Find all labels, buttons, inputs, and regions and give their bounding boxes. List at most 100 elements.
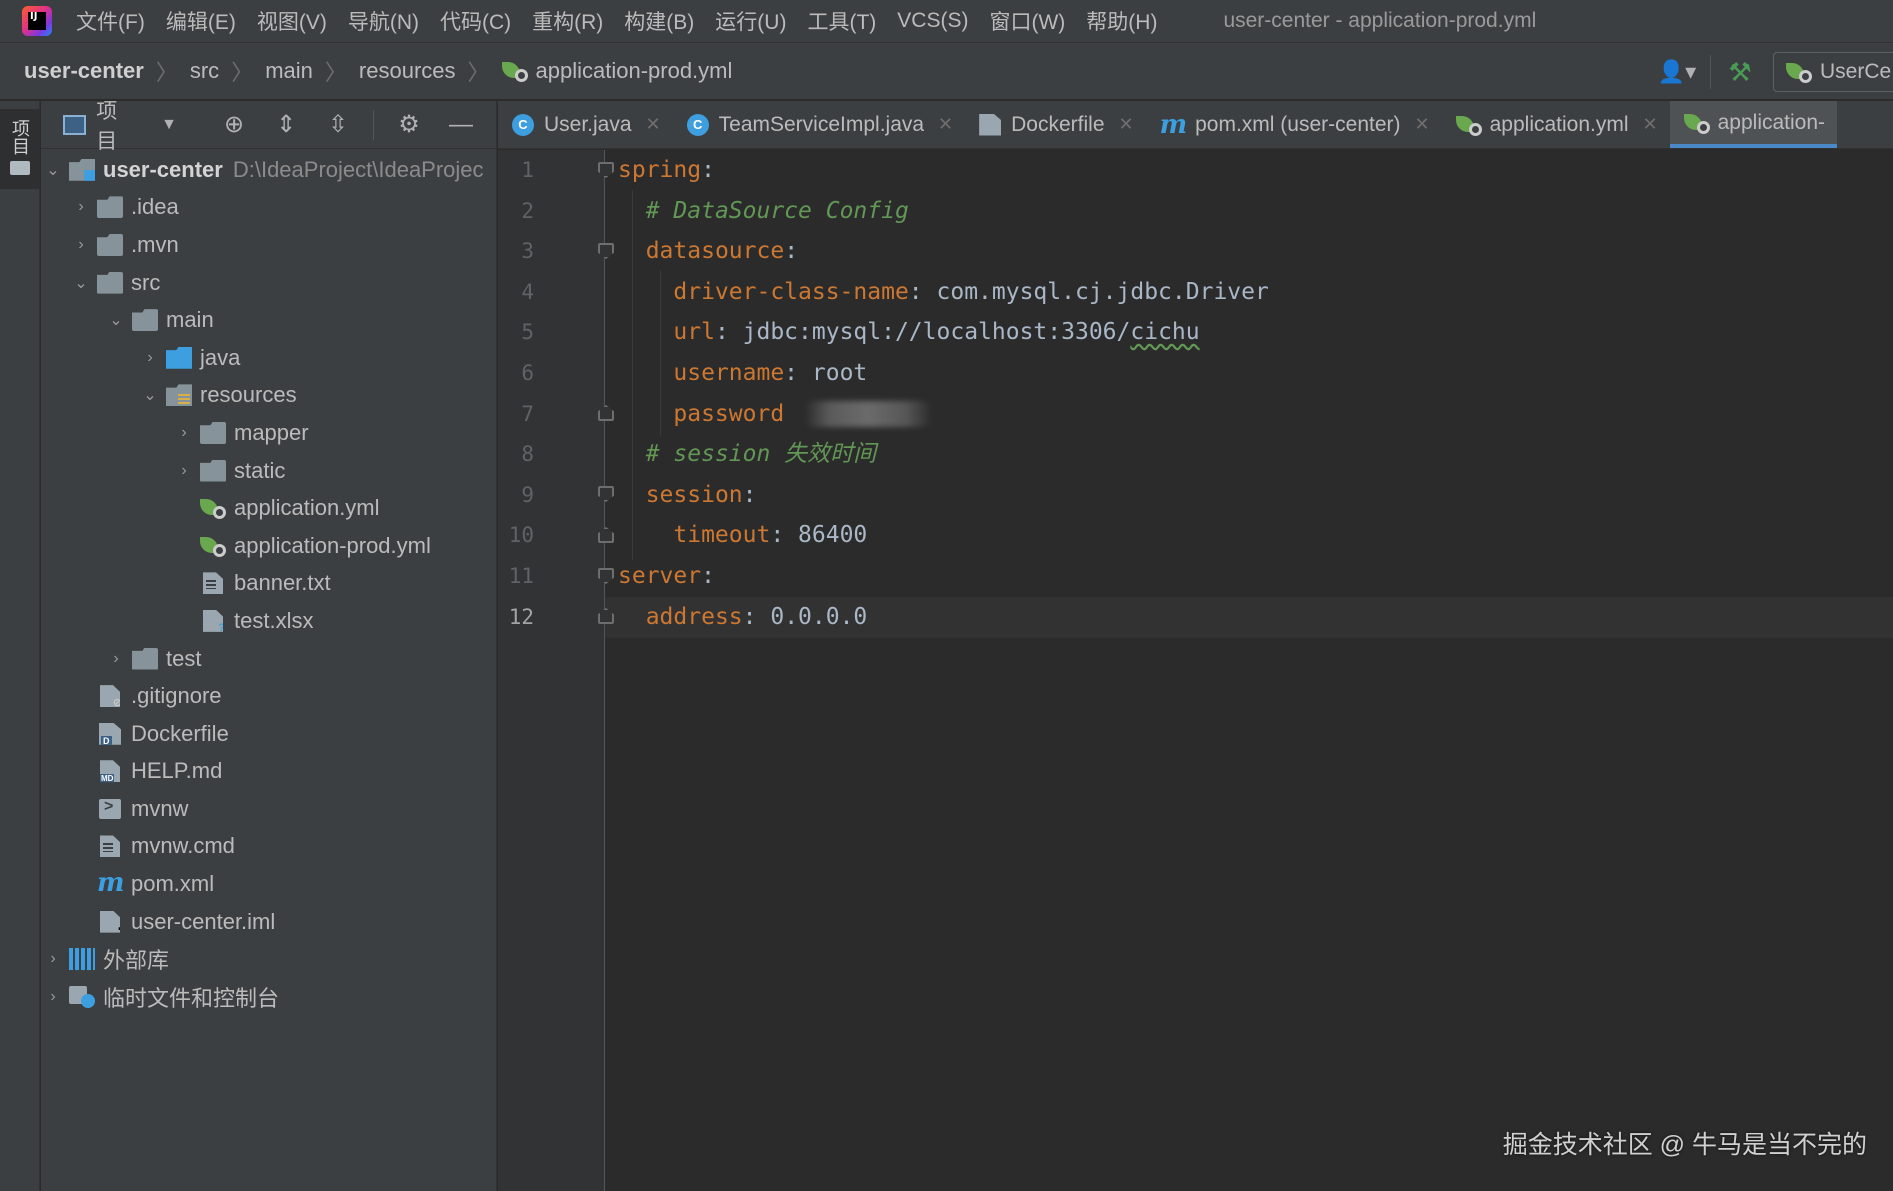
tree-item-application-prod-yml[interactable]: application-prod.yml: [41, 527, 496, 565]
menu-vcs[interactable]: VCS(S): [897, 9, 968, 33]
menu-build[interactable]: 构建(B): [624, 6, 694, 36]
close-icon[interactable]: ✕: [646, 114, 661, 135]
menu-tools[interactable]: 工具(T): [807, 6, 876, 36]
code-line-4: driver-class-name: com.mysql.cj.jdbc.Dri…: [673, 278, 1269, 305]
fold-collapse-icon[interactable]: [598, 568, 614, 584]
tree-item-test-xlsx[interactable]: ? test.xlsx: [41, 602, 496, 640]
chevron-right-icon[interactable]: ›: [41, 950, 65, 968]
tab-pom-xml[interactable]: m pom.xml (user-center) ✕: [1146, 101, 1442, 148]
yaml-key: username: [673, 360, 785, 386]
tree-item-user-center-iml[interactable]: ▪ user-center.iml: [41, 903, 496, 941]
tree-item-test[interactable]: › test: [41, 640, 496, 678]
gear-icon[interactable]: ⚙: [392, 108, 426, 142]
tree-item-label: 外部库: [103, 948, 170, 974]
tab-application-yml[interactable]: application.yml ✕: [1442, 101, 1670, 148]
tab-user-java[interactable]: C User.java ✕: [498, 101, 673, 148]
chevron-right-icon[interactable]: ›: [41, 988, 65, 1006]
yaml-value: 86400: [798, 522, 868, 549]
menu-file[interactable]: 文件(F): [76, 6, 145, 36]
fold-collapse-icon[interactable]: [598, 243, 614, 259]
tab-dockerfile[interactable]: Dockerfile ✕: [965, 101, 1145, 148]
tab-team-service-impl[interactable]: C TeamServiceImpl.java ✕: [673, 101, 966, 148]
project-tool-window-tab[interactable]: 项目: [0, 109, 40, 189]
menu-code[interactable]: 代码(C): [440, 6, 511, 36]
folder-icon: [132, 309, 158, 332]
chevron-right-icon[interactable]: ›: [138, 349, 162, 367]
ide-window: IJ 文件(F) 编辑(E) 视图(V) 导航(N) 代码(C) 重构(R) 构…: [0, 0, 1893, 1191]
run-configuration-select[interactable]: UserCe: [1773, 52, 1893, 92]
tree-item-gitignore[interactable]: ⊘ .gitignore: [41, 677, 496, 715]
menu-window[interactable]: 窗口(W): [989, 6, 1065, 36]
tree-item-external-libraries[interactable]: › 外部库: [41, 940, 496, 978]
chevron-right-icon[interactable]: ›: [69, 236, 93, 254]
line-number: 8: [521, 442, 534, 467]
close-icon[interactable]: ✕: [1119, 114, 1134, 135]
toolbar-divider: [1710, 55, 1711, 89]
chevron-down-icon[interactable]: ⌄: [41, 160, 65, 180]
fold-end-icon[interactable]: [598, 405, 614, 421]
close-icon[interactable]: ✕: [938, 114, 953, 135]
code-editor[interactable]: 1 2 3 4 5 6 7 8 9 10 11 12 spring: # Dat…: [498, 150, 1893, 1191]
tree-item-mvnw-cmd[interactable]: mvnw.cmd: [41, 828, 496, 866]
tree-item-dockerfile[interactable]: Dockerfile: [41, 715, 496, 753]
tree-item-main[interactable]: ⌄ main: [41, 301, 496, 339]
yaml-value: root: [811, 360, 868, 386]
breadcrumb-main[interactable]: main: [265, 58, 313, 84]
expand-all-icon[interactable]: ⇕: [269, 108, 303, 142]
chevron-down-icon[interactable]: ⌄: [104, 310, 128, 330]
tree-item-project-root[interactable]: ⌄ user-center D:\IdeaProject\IdeaProjec: [41, 151, 496, 189]
collapse-all-icon[interactable]: ⇳: [321, 108, 355, 142]
tree-item-label: banner.txt: [234, 570, 331, 596]
code-line-11: server:: [618, 563, 715, 589]
menu-help[interactable]: 帮助(H): [1086, 6, 1157, 36]
tree-item-mapper[interactable]: › mapper: [41, 414, 496, 452]
watermark: 掘金技术社区 @ 牛马是当不完的: [1502, 1131, 1867, 1159]
fold-end-icon[interactable]: [598, 527, 614, 543]
chevron-right-icon[interactable]: ›: [172, 424, 196, 442]
locate-file-icon[interactable]: ⊕: [217, 108, 251, 142]
tree-item-application-yml[interactable]: application.yml: [41, 489, 496, 527]
chevron-down-icon: ▼: [161, 115, 177, 133]
editor-gutter: 1 2 3 4 5 6 7 8 9 10 11 12: [498, 150, 614, 1191]
line-number: 11: [508, 564, 534, 588]
chevron-down-icon[interactable]: ⌄: [138, 385, 162, 405]
intellij-logo-icon[interactable]: IJ: [22, 6, 52, 36]
menu-refactor[interactable]: 重构(R): [532, 6, 603, 36]
breadcrumb-resources[interactable]: resources: [359, 58, 456, 84]
line-number: 6: [521, 361, 534, 385]
tree-item-label: mvnw: [131, 795, 189, 821]
tree-item-idea[interactable]: › .idea: [41, 189, 496, 227]
menu-view[interactable]: 视图(V): [257, 6, 327, 36]
tab-label: TeamServiceImpl.java: [718, 112, 925, 136]
breadcrumb-project[interactable]: user-center: [24, 58, 144, 84]
menu-edit[interactable]: 编辑(E): [166, 6, 236, 36]
tree-item-pom-xml[interactable]: m pom.xml: [41, 865, 496, 903]
menu-navigate[interactable]: 导航(N): [348, 6, 419, 36]
tree-item-resources[interactable]: ⌄ resources: [41, 377, 496, 415]
close-icon[interactable]: ✕: [1415, 114, 1430, 135]
fold-collapse-icon[interactable]: [598, 486, 614, 502]
breadcrumb-src[interactable]: src: [190, 58, 219, 84]
tree-item-help-md[interactable]: HELP.md: [41, 753, 496, 791]
tab-label: application-: [1717, 110, 1826, 134]
chevron-right-icon[interactable]: ›: [172, 462, 196, 480]
minimize-icon[interactable]: —: [444, 108, 478, 142]
tree-item-scratches[interactable]: › 临时文件和控制台: [41, 978, 496, 1016]
build-hammer-icon[interactable]: ⚒: [1721, 55, 1759, 89]
chevron-down-icon[interactable]: ⌄: [69, 273, 93, 293]
menu-run[interactable]: 运行(U): [715, 6, 786, 36]
tree-item-mvn[interactable]: › .mvn: [41, 226, 496, 264]
chevron-right-icon[interactable]: ›: [104, 650, 128, 668]
close-icon[interactable]: ✕: [1643, 114, 1658, 135]
project-view-select[interactable]: 项目 ▼: [63, 101, 177, 155]
tree-item-banner-txt[interactable]: banner.txt: [41, 565, 496, 603]
chevron-right-icon[interactable]: ›: [69, 198, 93, 216]
tab-application-prod-yml[interactable]: application-: [1669, 101, 1838, 148]
tree-item-java[interactable]: › java: [41, 339, 496, 377]
tree-item-static[interactable]: › static: [41, 452, 496, 490]
user-account-icon[interactable]: 👤▾: [1654, 57, 1700, 87]
tree-item-mvnw[interactable]: mvnw: [41, 790, 496, 828]
fold-collapse-icon[interactable]: [598, 162, 614, 178]
breadcrumb-file[interactable]: application-prod.yml: [501, 58, 732, 84]
tree-item-src[interactable]: ⌄ src: [41, 264, 496, 302]
